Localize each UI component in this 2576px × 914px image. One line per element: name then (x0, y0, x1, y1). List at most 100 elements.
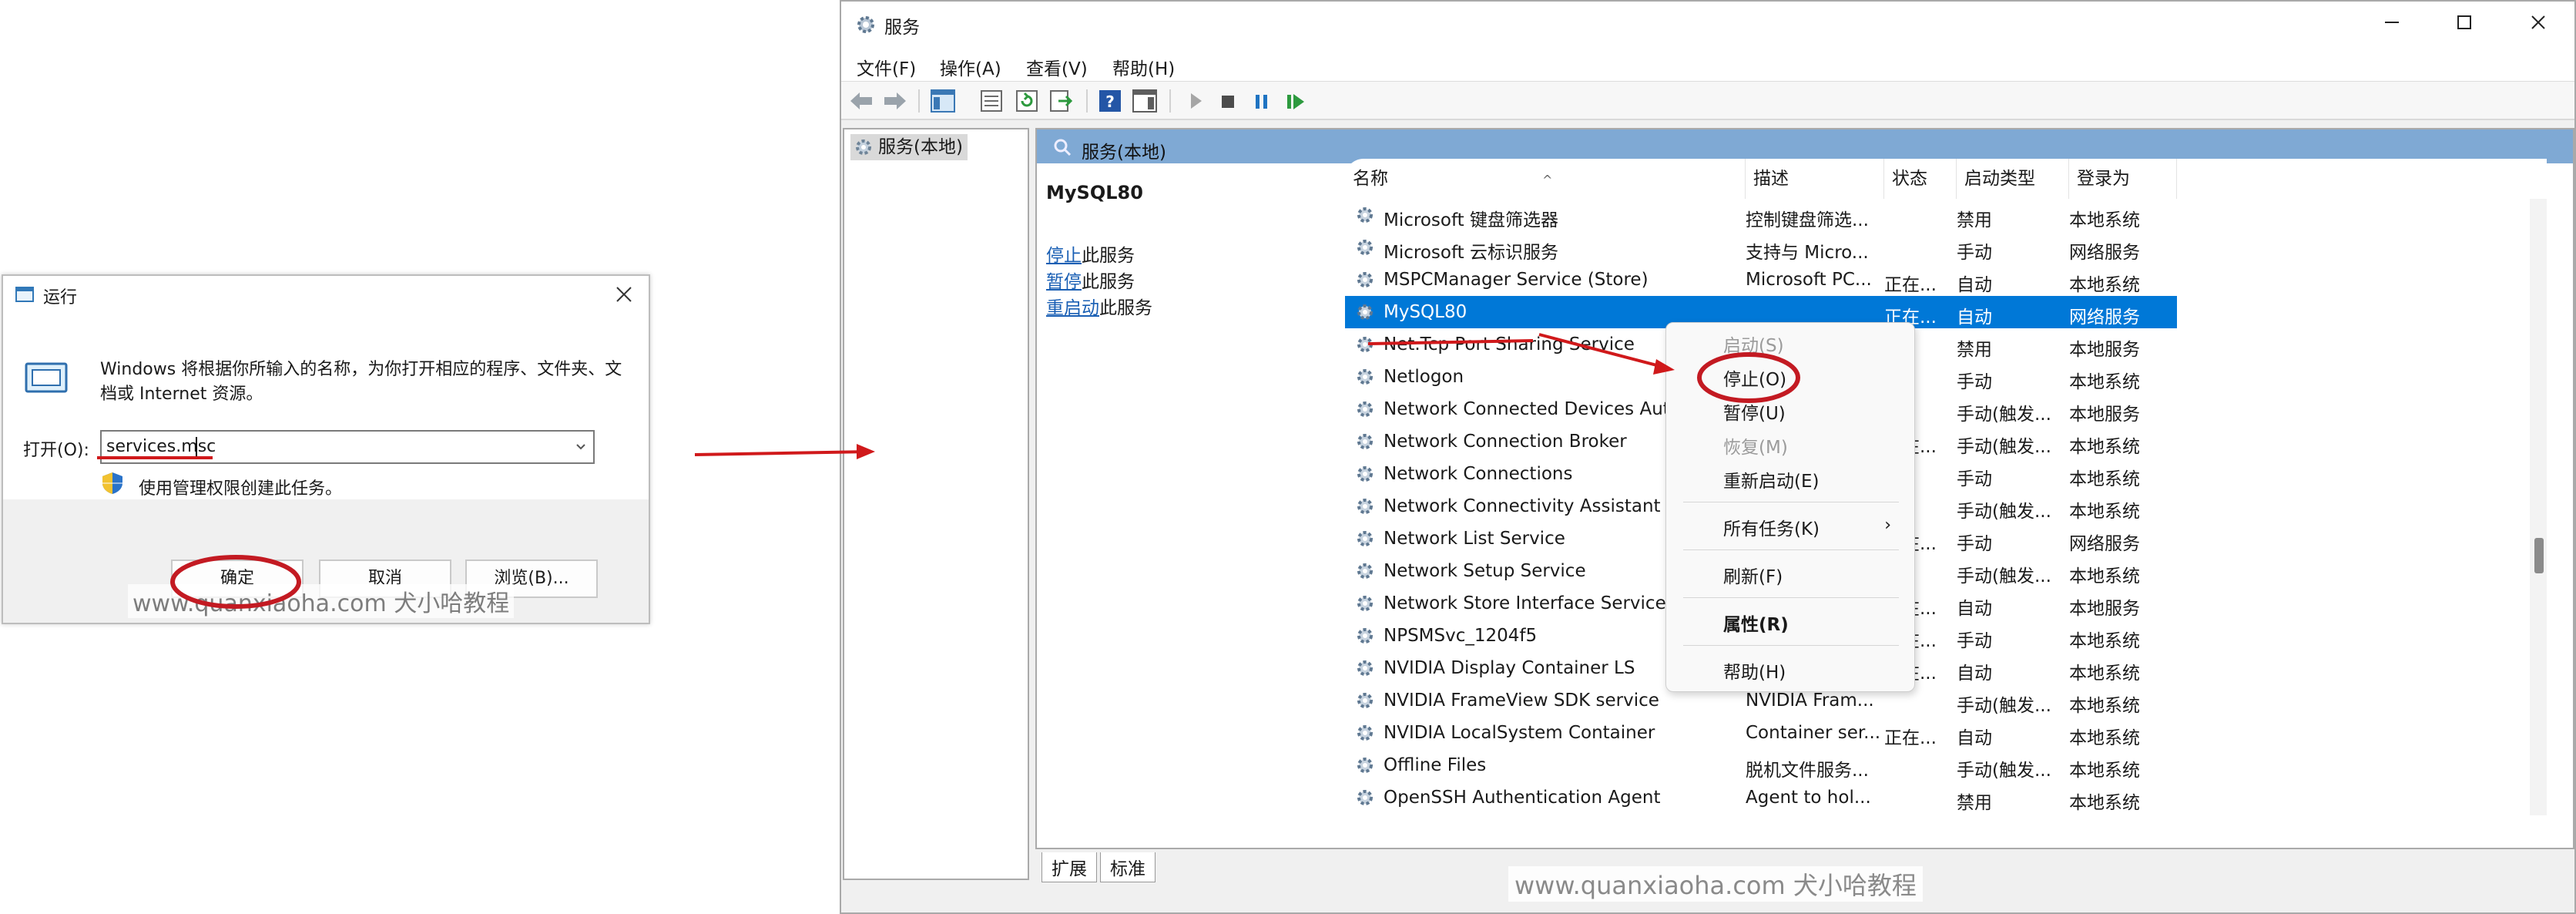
column-header-name[interactable]: 名称 ^ (1345, 159, 1746, 199)
show-action-pane-icon[interactable] (1132, 89, 1157, 113)
services-title: 服务 (884, 18, 920, 38)
console-tree-icon[interactable] (931, 89, 955, 113)
service-log-on-as: 网络服务 (2069, 534, 2140, 554)
forward-arrow-icon[interactable] (883, 89, 907, 113)
search-icon (1052, 137, 1072, 157)
service-name: OpenSSH Authentication Agent (1384, 788, 1661, 808)
service-name: MSPCManager Service (Store) (1384, 270, 1649, 290)
table-row[interactable]: Offline Files 脱机文件服务... 手动(触发... 本地系统 (1345, 749, 2177, 781)
service-startup-type: 自动 (1957, 728, 1992, 748)
tree-node-services-local[interactable]: 服务(本地) (850, 134, 968, 160)
service-log-on-as: 本地系统 (2069, 469, 2140, 489)
menu-item-restart[interactable]: 重新启动(E) (1723, 466, 1819, 492)
service-description: Container ser... (1746, 723, 1880, 743)
refresh-icon[interactable] (1015, 89, 1038, 113)
service-log-on-as: 本地系统 (2069, 761, 2140, 781)
column-header-description[interactable]: 描述 (1746, 159, 1884, 199)
column-header-status[interactable]: 状态 (1884, 159, 1957, 199)
table-row[interactable]: Microsoft 云标识服务 支持与 Micro... 手动 网络服务 (1345, 231, 2177, 264)
start-service-icon[interactable] (1186, 89, 1205, 113)
properties-list-icon[interactable] (980, 89, 1003, 113)
menu-item-help[interactable]: 帮助(H) (1723, 657, 1786, 684)
menu-item-pause[interactable]: 暂停(U) (1723, 398, 1786, 425)
menu-action[interactable]: 操作(A) (940, 54, 1001, 80)
watermark: www.quanxiaoha.com 犬小哈教程 (128, 584, 515, 618)
service-description: Microsoft PC... (1746, 270, 1872, 290)
service-description: 控制键盘筛选... (1746, 210, 1869, 230)
run-app-icon (15, 287, 34, 302)
minimize-icon[interactable] (2382, 12, 2402, 32)
run-titlebar: 运行 (3, 276, 649, 313)
tab-standard[interactable]: 标准 (1100, 852, 1156, 882)
gear-icon (1354, 528, 1376, 549)
column-header-log-on-as[interactable]: 登录为 (2069, 159, 2177, 199)
menu-item-all-tasks[interactable]: 所有任务(K) (1723, 514, 1820, 540)
chevron-right-icon: › (1884, 516, 1891, 535)
pane-header-title: 服务(本地) (1082, 143, 1166, 163)
menu-help[interactable]: 帮助(H) (1112, 54, 1175, 80)
table-row[interactable]: NVIDIA LocalSystem Container Container se… (1345, 717, 2177, 749)
gear-icon (1354, 204, 1376, 226)
help-icon[interactable]: ? (1098, 89, 1122, 113)
scrollbar-thumb[interactable] (2534, 538, 2544, 573)
column-header-label: 名称 (1353, 169, 1388, 189)
chevron-down-icon[interactable] (575, 441, 587, 453)
run-title: 运行 (43, 288, 78, 307)
service-startup-type: 手动(触发... (1957, 405, 2051, 425)
vertical-scrollbar[interactable] (2530, 199, 2547, 815)
menu-file[interactable]: 文件(F) (857, 54, 916, 80)
table-row[interactable]: OpenSSH Authentication Agent Agent to hol… (1345, 781, 2177, 814)
svg-text:?: ? (1105, 92, 1115, 111)
tree-node-label: 服务(本地) (878, 137, 963, 157)
table-row[interactable]: Microsoft 键盘筛选器 控制键盘筛选... 禁用 本地系统 (1345, 199, 2177, 231)
open-input[interactable]: services.msc (100, 430, 595, 464)
menu-item-refresh[interactable]: 刷新(F) (1723, 562, 1783, 588)
service-description: 支持与 Micro... (1746, 243, 1869, 263)
restart-service-icon[interactable] (1285, 89, 1306, 113)
service-startup-type: 手动 (1957, 631, 1992, 651)
service-description: Agent to hol... (1746, 788, 1871, 808)
service-name: NVIDIA FrameView SDK service (1384, 691, 1659, 711)
service-name: Microsoft 云标识服务 (1384, 243, 1558, 263)
service-log-on-as: 本地系统 (2069, 437, 2140, 457)
action-suffix: 此服务 (1082, 246, 1135, 266)
stop-service-link[interactable]: 停止 (1046, 246, 1082, 266)
service-startup-type: 手动(触发... (1957, 566, 2051, 586)
service-log-on-as: 本地系统 (2069, 728, 2140, 748)
service-log-on-as: 本地系统 (2069, 793, 2140, 813)
maximize-icon[interactable] (2454, 12, 2474, 32)
menu-item-stop[interactable]: 停止(O) (1723, 365, 1786, 391)
service-startup-type: 手动(触发... (1957, 696, 2051, 716)
shield-icon (100, 472, 125, 495)
table-row[interactable]: Optimize drives通过优化存储...手动本地系统 (1345, 814, 2177, 818)
restart-service-link[interactable]: 重启动 (1046, 298, 1099, 318)
gear-icon (1354, 593, 1376, 614)
service-status: 正在... (1884, 275, 1935, 295)
close-icon[interactable] (2528, 12, 2548, 32)
run-program-icon (23, 359, 69, 396)
run-dialog: 运行 Windows 将根据你所输入的名称，为你打开相应的程序、文件夹、文档或 … (2, 274, 650, 624)
service-startup-type: 手动(触发... (1957, 437, 2051, 457)
menu-item-properties[interactable]: 属性(R) (1723, 610, 1789, 636)
gear-icon (1354, 754, 1376, 776)
column-header-startup-type[interactable]: 启动类型 (1957, 159, 2069, 199)
gear-icon (1354, 463, 1376, 485)
close-icon[interactable] (615, 285, 633, 304)
service-log-on-as: 本地系统 (2069, 275, 2140, 295)
stop-service-icon[interactable] (1219, 89, 1237, 113)
back-arrow-icon[interactable] (849, 89, 874, 113)
selected-service-name: MySQL80 (1046, 182, 1143, 203)
pause-service-link[interactable]: 暂停 (1046, 272, 1082, 292)
table-row[interactable]: MSPCManager Service (Store) Microsoft PC.… (1345, 264, 2177, 296)
export-list-icon[interactable] (1049, 89, 1072, 113)
tab-extended[interactable]: 扩展 (1041, 852, 1097, 882)
service-log-on-as: 本地系统 (2069, 566, 2140, 586)
menu-item-start: 启动(S) (1723, 336, 1784, 356)
restart-service-action: 重启动此服务 (1046, 293, 1152, 319)
menu-view[interactable]: 查看(V) (1026, 54, 1088, 80)
gear-icon (855, 14, 877, 35)
menu-bar: 文件(F) 操作(A) 查看(V) 帮助(H) (841, 46, 2574, 82)
services-titlebar: 服务 (841, 2, 2574, 46)
pause-service-icon[interactable] (1253, 89, 1271, 113)
gear-icon (1354, 690, 1376, 711)
